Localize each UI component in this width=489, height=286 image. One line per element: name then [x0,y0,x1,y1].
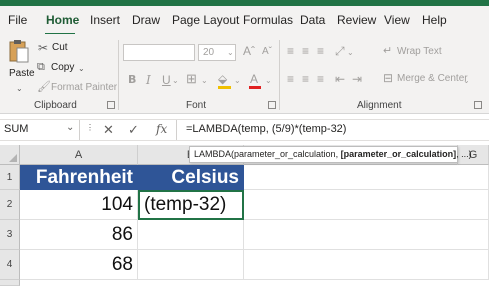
name-box[interactable]: SUM ⌄ [0,120,80,140]
cell-c1[interactable] [244,165,489,190]
font-name-box[interactable] [123,44,195,61]
cell-a4[interactable]: 68 [20,250,138,280]
row-header-4[interactable]: 4 [0,250,20,280]
align-bottom-icon[interactable]: ≡ [317,44,324,58]
group-divider [118,40,119,110]
tab-home[interactable]: Home [46,13,79,27]
cell-c3[interactable] [244,220,489,250]
tab-review[interactable]: Review [337,13,376,27]
align-top-icon[interactable]: ≡ [287,44,294,58]
orientation-icon[interactable]: ⤢ [335,44,345,58]
ribbon: Paste ⌄ ✂ Cut ⧉ Copy ⌄ 🖌 Format Painter … [0,34,489,114]
tooltip-current-argument: [parameter_or_calculation] [340,149,457,159]
alignment-group-label: Alignment [357,100,402,111]
cell-a2[interactable]: 104 [20,190,138,220]
bold-button[interactable]: B [128,73,136,87]
column-header-a[interactable]: A [20,145,138,165]
font-color-dropdown-icon[interactable]: ⌄ [265,74,272,88]
cell-c4[interactable] [244,250,489,280]
wrap-text-icon[interactable]: ↵ [383,44,392,58]
paste-label: Paste [9,68,35,79]
clipboard-icon [9,40,29,63]
font-color-bar [249,86,261,89]
paste-button[interactable]: Paste ⌄ [6,38,35,94]
align-center-icon[interactable]: ≡ [302,72,309,86]
format-painter-button[interactable]: Format Painter [51,82,117,93]
decrease-indent-icon[interactable]: ⇤ [335,72,345,86]
formula-input[interactable]: =LAMBDA(temp, (5/9)*(temp-32) [186,123,346,135]
fill-color-dropdown-icon[interactable]: ⌄ [234,74,241,88]
clipboard-group-label: Clipboard [34,100,77,111]
row-header-5[interactable] [0,280,20,286]
select-all-triangle-icon [9,154,17,162]
tab-data[interactable]: Data [300,13,325,27]
align-left-icon[interactable]: ≡ [287,72,294,86]
cell-c2[interactable] [244,190,489,220]
underline-dropdown-icon[interactable]: ⌄ [172,74,179,88]
scissors-icon[interactable]: ✂ [38,41,48,55]
merge-center-icon[interactable]: ⊟ [383,71,393,85]
tooltip-suffix: , ...) [456,149,472,159]
row-header-3[interactable]: 3 [0,220,20,250]
font-color-icon[interactable]: A [250,72,258,86]
align-middle-icon[interactable]: ≡ [302,44,309,58]
cancel-icon[interactable]: ✕ [103,122,114,138]
tab-formulas[interactable]: Formulas [243,13,293,27]
wrap-text-button[interactable]: Wrap Text [397,46,442,57]
borders-icon[interactable]: ⊞ [186,72,197,86]
tab-insert[interactable]: Insert [90,13,120,27]
formula-bar: SUM ⌄ ⋮ ✕ ✓ fx =LAMBDA(temp, (5/9)*(temp… [0,119,489,141]
copy-dropdown-icon[interactable]: ⌄ [78,62,85,76]
row-header-2[interactable]: 2 [0,190,20,220]
tooltip-signature: LAMBDA(parameter_or_calculation, [194,149,341,159]
tab-file[interactable]: File [8,13,27,27]
tab-draw[interactable]: Draw [132,13,160,27]
increase-indent-icon[interactable]: ⇥ [352,72,362,86]
cell-a1[interactable]: Fahrenheit [20,165,138,190]
ribbon-tabs: File Home Insert Draw Page Layout Formul… [0,6,489,36]
row-header-1[interactable]: 1 [0,165,20,190]
align-right-icon[interactable]: ≡ [317,72,324,86]
font-size-value: 20 [203,47,215,58]
italic-button[interactable]: I [146,73,151,87]
decrease-font-icon[interactable]: Aˇ [262,45,272,59]
select-all-button[interactable] [0,145,20,165]
merge-dropdown-icon[interactable]: ⌄ [463,74,470,88]
fill-color-bar [218,86,231,89]
tab-help[interactable]: Help [422,13,447,27]
borders-dropdown-icon[interactable]: ⌄ [201,74,208,88]
cut-button[interactable]: Cut [52,42,68,53]
underline-button[interactable]: U [162,73,171,87]
cell-a3[interactable]: 86 [20,220,138,250]
name-box-dropdown-icon[interactable]: ⌄ [66,122,74,133]
increase-font-icon[interactable]: Aˆ [243,44,255,58]
merge-center-button[interactable]: Merge & Center [397,73,468,84]
cell-b2-editing[interactable]: (temp-32) [138,190,244,220]
copy-button[interactable]: Copy [51,62,74,73]
orientation-dropdown-icon[interactable]: ⌄ [347,46,354,60]
cell-b4[interactable] [138,250,244,280]
tab-page-layout[interactable]: Page Layout [172,13,239,27]
function-tooltip: LAMBDA(parameter_or_calculation, [parame… [189,146,472,163]
font-size-dropdown-icon[interactable]: ⌄ [227,46,234,60]
tab-view[interactable]: View [384,13,410,27]
enter-icon[interactable]: ✓ [128,122,139,138]
more-options-icon[interactable]: ⋮ [86,123,94,132]
clipboard-launcher-icon[interactable] [107,101,115,109]
cell-b1[interactable]: Celsius [138,165,244,190]
format-painter-icon[interactable]: 🖌 [37,80,51,94]
cell-b3[interactable] [138,220,244,250]
group-divider [279,40,280,110]
copy-icon[interactable]: ⧉ [37,60,45,74]
alignment-launcher-icon[interactable] [474,101,482,109]
formula-divider [176,120,177,140]
insert-function-icon[interactable]: fx [156,122,167,136]
font-launcher-icon[interactable] [268,101,276,109]
font-group-label: Font [186,100,207,111]
fill-color-icon[interactable]: ⬙ [218,72,227,86]
worksheet-grid: A B G 1 2 3 4 Fahrenheit Celsius 104 (te… [0,145,489,286]
name-box-value: SUM [4,123,29,135]
chevron-down-icon: ⌄ [16,84,23,93]
